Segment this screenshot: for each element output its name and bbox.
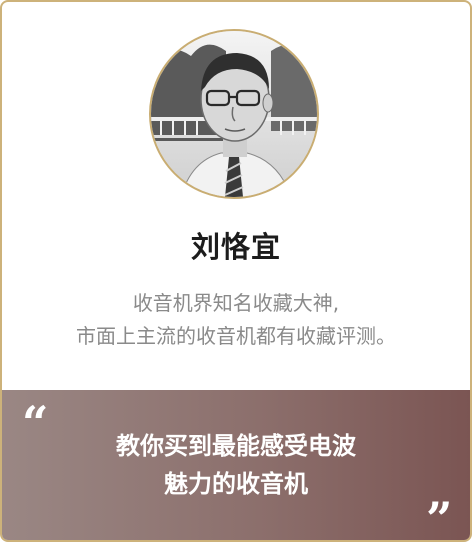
quote-banner: “ 教你买到最能感受电波 魅力的收音机 ” [2,390,470,540]
quote-text: 教你买到最能感受电波 魅力的收音机 [2,427,470,503]
description-line-1: 收音机界知名收藏大神, [132,291,340,315]
profile-description: 收音机界知名收藏大神, 市面上主流的收音机都有收藏评测。 [2,287,470,353]
description-line-2: 市面上主流的收音机都有收藏评测。 [76,324,396,348]
close-quote-icon: ” [426,492,453,542]
profile-card: 刘恪宜 收音机界知名收藏大神, 市面上主流的收音机都有收藏评测。 “ 教你买到最… [0,0,472,542]
quote-line-1: 教你买到最能感受电波 [116,432,356,460]
quote-line-2: 魅力的收音机 [164,470,308,498]
avatar [149,29,319,199]
profile-name: 刘恪宜 [190,230,281,264]
avatar-photo [151,31,317,197]
